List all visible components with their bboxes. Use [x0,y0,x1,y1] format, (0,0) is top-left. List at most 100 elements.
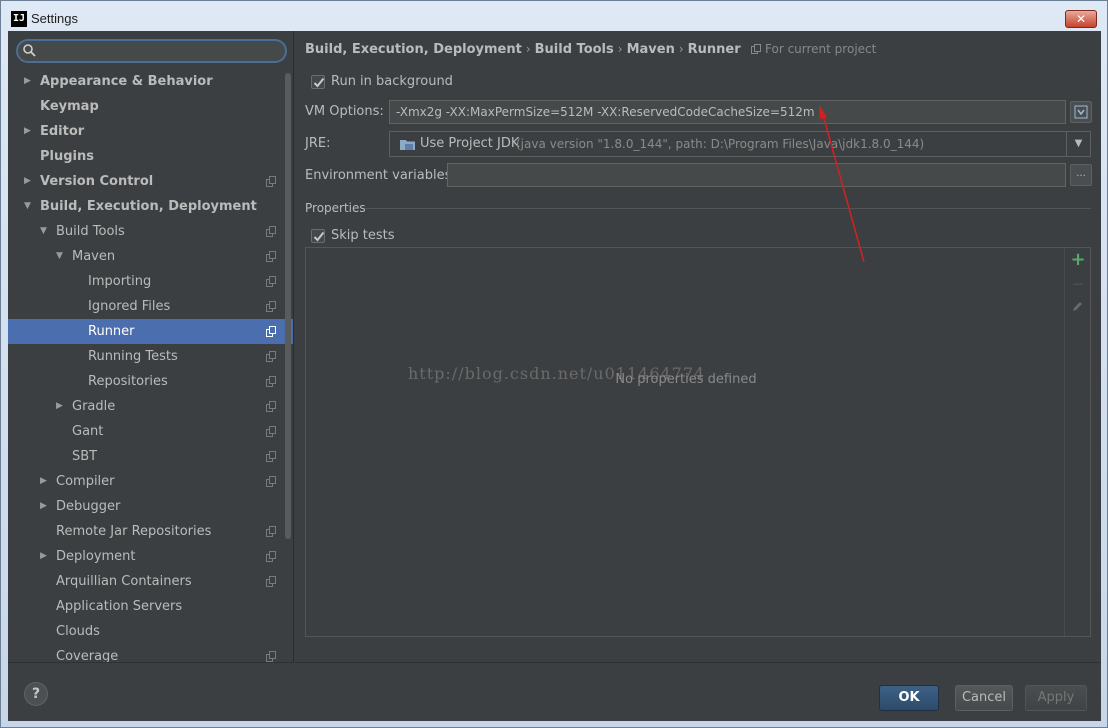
sidebar-item-label: Runner [88,324,135,339]
expanded-arrow-icon[interactable]: ▼ [24,194,34,219]
sidebar-item-plugins[interactable]: Plugins [8,144,293,169]
run-in-background-checkbox[interactable] [311,75,325,89]
browse-environment-button[interactable]: ... [1070,164,1092,186]
project-scope-icon [266,351,276,362]
jre-label: JRE: [305,136,331,151]
sidebar-item-editor[interactable]: ▶ Editor [8,119,293,144]
sidebar-item-label: Deployment [56,549,136,564]
environment-variables-input[interactable] [447,163,1066,187]
settings-search[interactable] [16,39,287,63]
sidebar-item-label: Build Tools [56,224,125,239]
sidebar-item-clouds[interactable]: Clouds [8,619,293,644]
scope-indicator: For current project [751,42,876,56]
checkmark-icon [313,77,325,88]
pencil-icon [1073,302,1082,311]
sidebar-item-application-servers[interactable]: Application Servers [8,594,293,619]
sidebar-item-label: Ignored Files [88,299,171,314]
sidebar-item-gant[interactable]: Gant [8,419,293,444]
properties-divider [365,208,1091,209]
sidebar-item-deployment[interactable]: ▶ Deployment [8,544,293,569]
checkmark-icon [313,231,325,242]
sidebar-item-build-execution-deployment[interactable]: ▼ Build, Execution, Deployment [8,194,293,219]
sidebar-item-remote-jar-repositories[interactable]: Remote Jar Repositories [8,519,293,544]
jre-detail: (java version "1.8.0_144", path: D:\Prog… [516,137,925,151]
sidebar-item-running-tests[interactable]: Running Tests [8,344,293,369]
sidebar-item-label: SBT [72,449,98,464]
collapsed-arrow-icon[interactable]: ▶ [40,544,50,569]
sidebar-item-maven[interactable]: ▼ Maven [8,244,293,269]
sidebar-item-gradle[interactable]: ▶ Gradle [8,394,293,419]
remove-property-button[interactable]: — [1069,275,1087,293]
environment-variables-label: Environment variables: [305,168,456,183]
collapsed-arrow-icon[interactable]: ▶ [56,394,66,419]
collapsed-arrow-icon[interactable]: ▶ [24,169,34,194]
sidebar-item-keymap[interactable]: Keymap [8,94,293,119]
project-scope-icon [266,301,276,312]
breadcrumb-separator: › [678,42,684,56]
sidebar-item-debugger[interactable]: ▶ Debugger [8,494,293,519]
breadcrumb: Build, Execution, Deployment › Build Tools… [305,42,876,57]
run-in-background-label[interactable]: Run in background [331,74,453,89]
help-button[interactable]: ? [24,682,48,706]
sidebar-item-label: Debugger [56,499,121,514]
scope-label: For current project [765,42,877,56]
properties-table[interactable]: http://blog.csdn.net/u011464774 No prope… [305,247,1091,637]
settings-window: IJ Settings ✕ ▶ Appearance & Behavior Keym… [0,0,1108,728]
properties-section-title: Properties [305,201,366,215]
sidebar-item-importing[interactable]: Importing [8,269,293,294]
expand-icon [1074,105,1088,119]
breadcrumb-item: Build Tools [534,42,614,57]
jdk-folder-icon [400,140,415,150]
sidebar-item-coverage[interactable]: Coverage [8,644,293,662]
search-input[interactable] [40,42,280,60]
sidebar-item-label: Gradle [72,399,116,414]
breadcrumb-separator: › [525,42,531,56]
jre-select[interactable]: Use Project JDK (java version "1.8.0_144… [389,131,1091,157]
project-scope-icon [266,401,276,412]
breadcrumb-separator: › [617,42,623,56]
sidebar-item-label: Coverage [56,649,119,662]
sidebar-item-version-control[interactable]: ▶ Version Control [8,169,293,194]
expanded-arrow-icon[interactable]: ▼ [40,219,50,244]
close-window-button[interactable]: ✕ [1065,10,1097,28]
sidebar-item-runner[interactable]: Runner [8,319,293,344]
project-scope-icon [266,426,276,437]
sidebar-item-label: Editor [40,124,85,139]
breadcrumb-item: Maven [626,42,675,57]
sidebar-item-label: Repositories [88,374,168,389]
expanded-arrow-icon[interactable]: ▼ [56,244,66,269]
sidebar-item-repositories[interactable]: Repositories [8,369,293,394]
sidebar-item-build-tools[interactable]: ▼ Build Tools [8,219,293,244]
project-scope-icon [266,276,276,287]
title-bar: IJ Settings ✕ [1,1,1107,35]
skip-tests-label[interactable]: Skip tests [331,228,395,243]
sidebar-item-label: Running Tests [88,349,178,364]
collapsed-arrow-icon[interactable]: ▶ [24,69,34,94]
project-scope-icon [266,326,276,337]
edit-property-button[interactable] [1069,300,1087,318]
sidebar-item-sbt[interactable]: SBT [8,444,293,469]
apply-button[interactable]: Apply [1025,685,1087,711]
sidebar-item-ignored-files[interactable]: Ignored Files [8,294,293,319]
vm-options-input[interactable]: -Xmx2g -XX:MaxPermSize=512M -XX:Reserved… [389,100,1066,124]
collapsed-arrow-icon[interactable]: ▶ [24,119,34,144]
expand-vm-options-button[interactable] [1070,101,1092,123]
sidebar-item-label: Keymap [40,99,99,114]
sidebar-scrollbar[interactable] [285,73,291,539]
collapsed-arrow-icon[interactable]: ▶ [40,494,50,519]
project-scope-icon [266,451,276,462]
ok-button[interactable]: OK [879,685,939,711]
project-scope-icon [266,651,276,662]
sidebar-item-arquillian-containers[interactable]: Arquillian Containers [8,569,293,594]
sidebar-item-label: Importing [88,274,152,289]
sidebar-item-appearance-behavior[interactable]: ▶ Appearance & Behavior [8,69,293,94]
sidebar-item-label: Build, Execution, Deployment [40,199,257,214]
sidebar-item-compiler[interactable]: ▶ Compiler [8,469,293,494]
collapsed-arrow-icon[interactable]: ▶ [40,469,50,494]
breadcrumb-item: Build, Execution, Deployment [305,42,522,57]
chevron-down-icon[interactable]: ▼ [1066,132,1090,156]
cancel-button[interactable]: Cancel [955,685,1013,711]
skip-tests-checkbox[interactable] [311,229,325,243]
project-scope-icon [266,176,276,187]
add-property-button[interactable]: + [1069,251,1087,269]
